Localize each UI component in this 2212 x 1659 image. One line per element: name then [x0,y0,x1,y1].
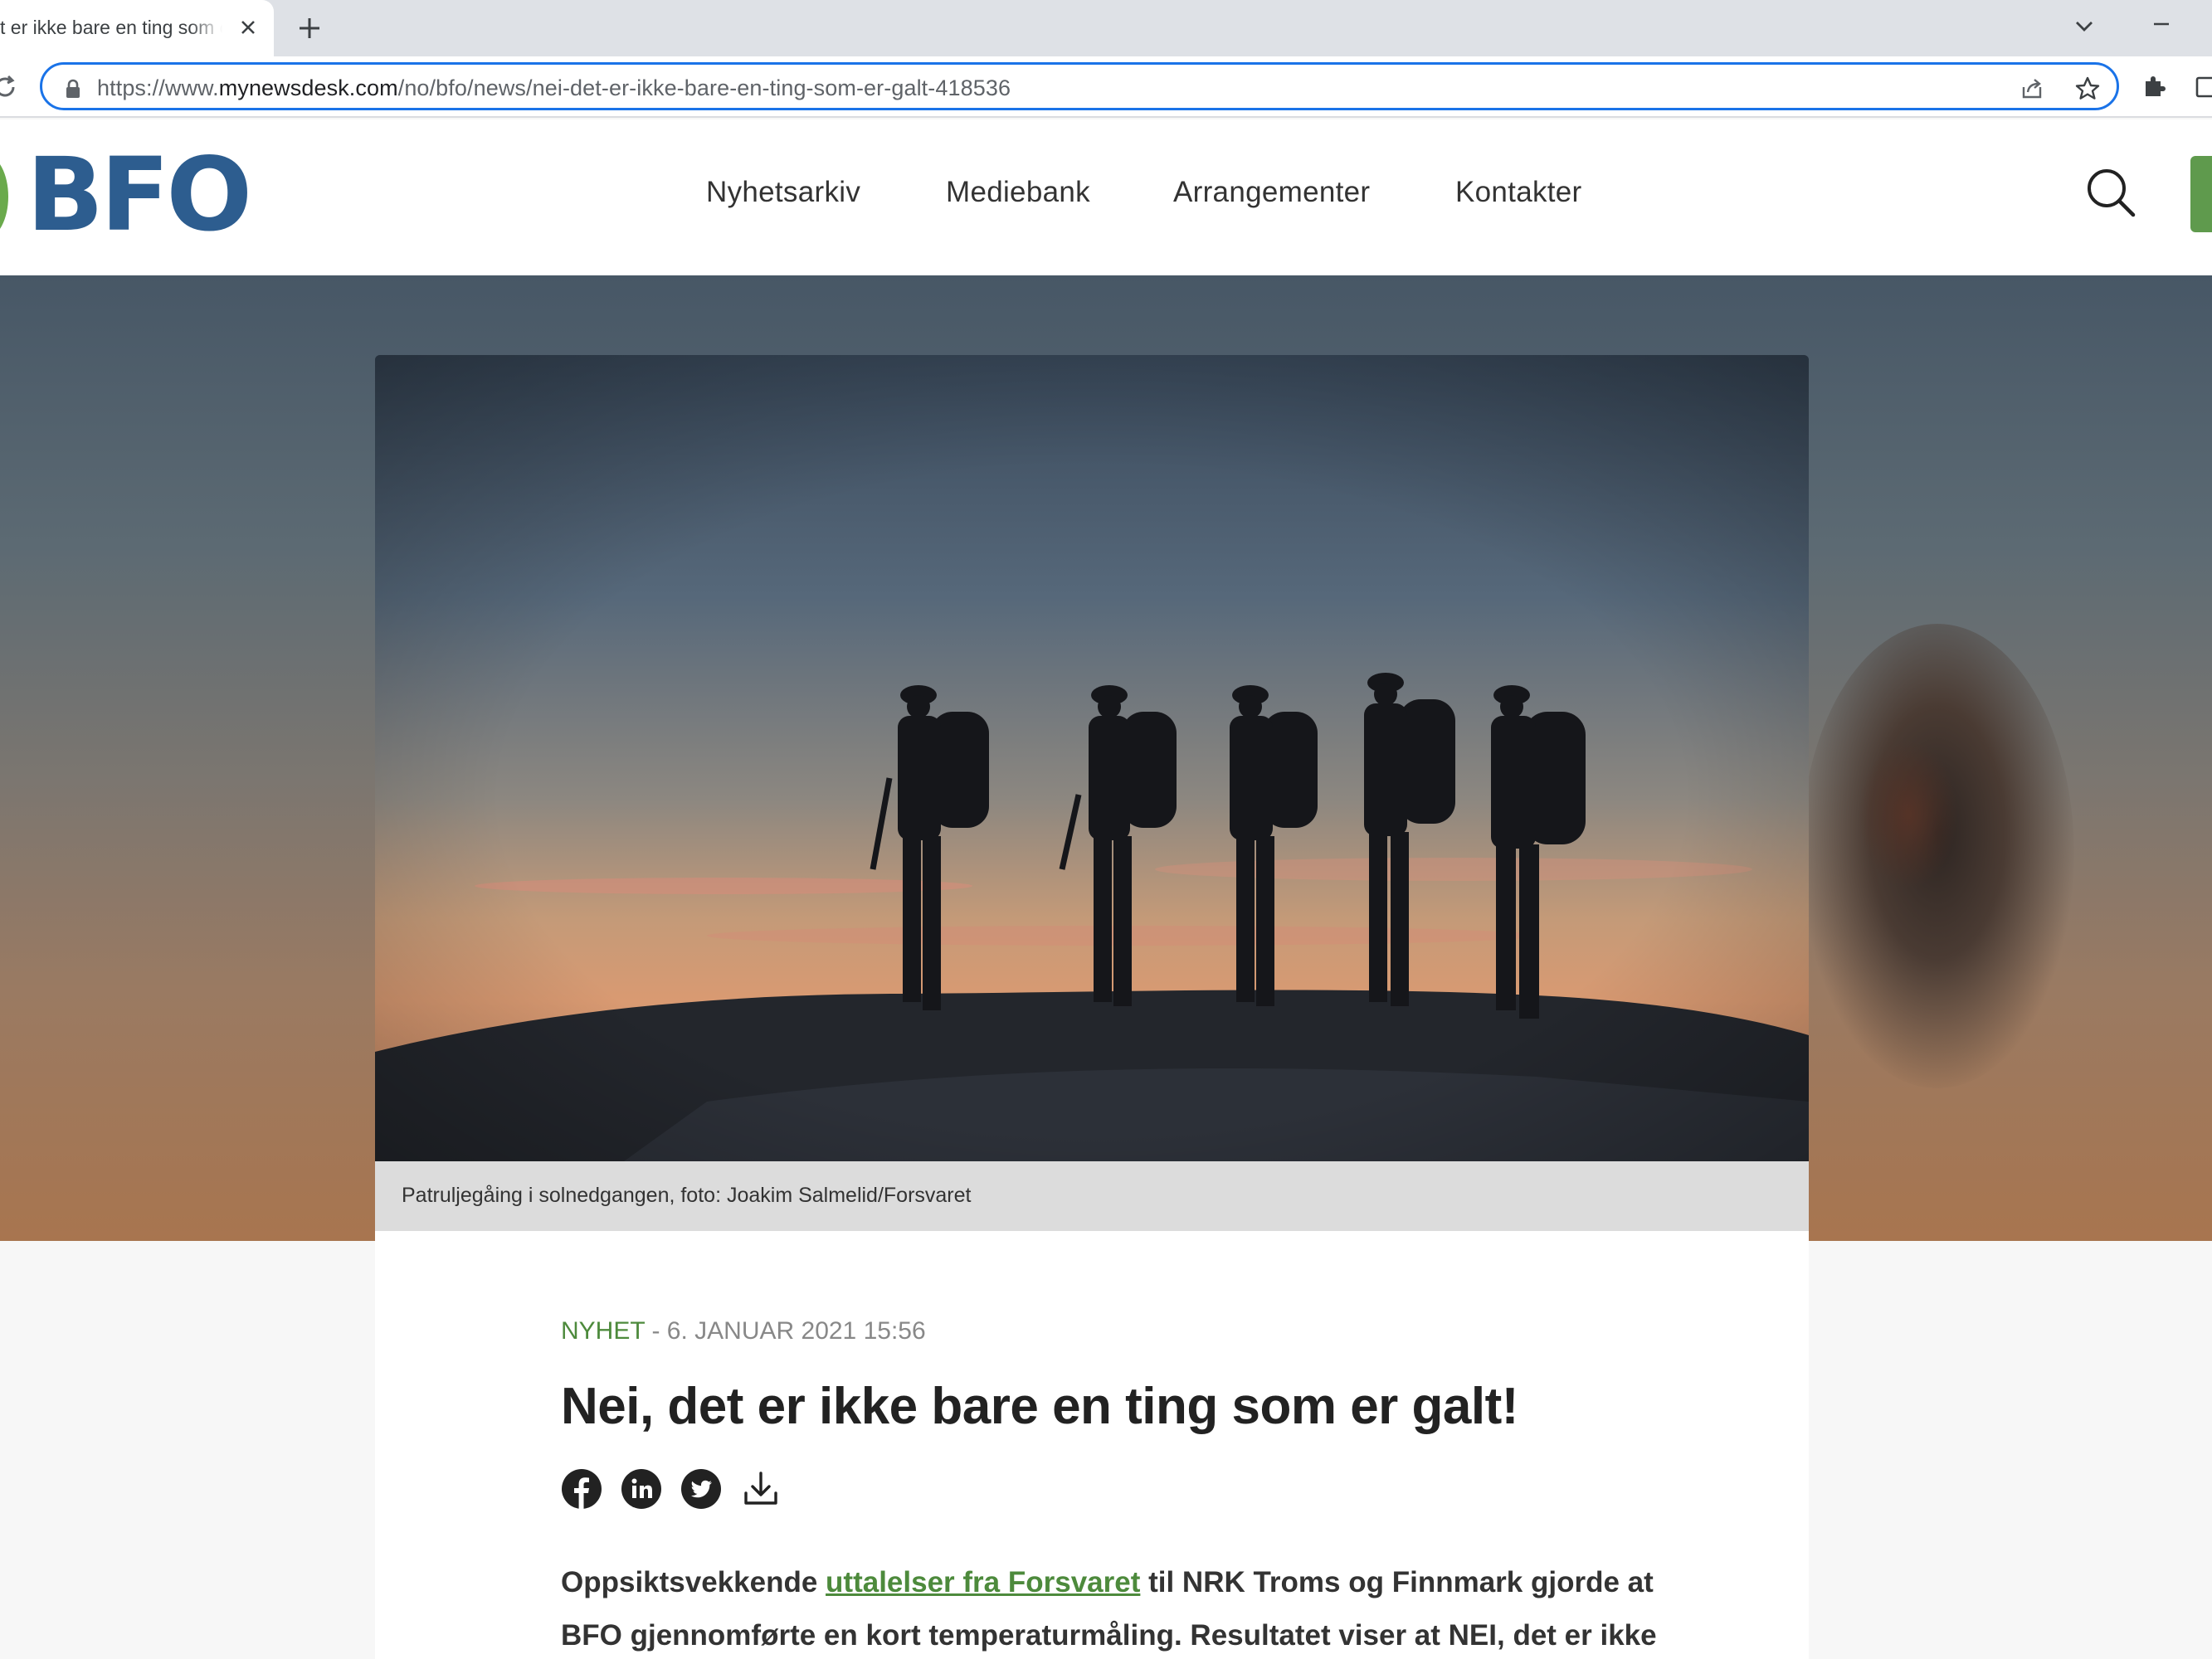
tab-title-fade [189,0,222,56]
extensions-puzzle-icon[interactable] [2141,71,2169,100]
browser-tab-active[interactable]: t er ikke bare en ting som er galt! [0,0,274,56]
url-domain: mynewsdesk.com [218,75,398,100]
lock-icon[interactable] [64,79,82,99]
nav-nyhetsarkiv[interactable]: Nyhetsarkiv [706,176,860,209]
nav-mediebank[interactable]: Mediebank [946,176,1090,209]
article-meta: NYHET - 6. JANUAR 2021 15:56 [561,1317,926,1345]
browser-toolbar: https://www.mynewsdesk.com/no/bfo/news/n… [0,56,2212,118]
header-action-button[interactable] [2190,156,2212,232]
new-tab-plus-icon[interactable] [295,14,324,42]
share-page-icon[interactable] [2019,75,2045,102]
article-category[interactable]: NYHET [561,1317,645,1345]
hero-blurred-shape-inner [1859,740,1958,889]
intro-text-start: Oppsiktsvekkende [561,1566,826,1598]
side-panel-icon[interactable] [2194,73,2212,101]
nav-kontakter[interactable]: Kontakter [1455,176,1582,209]
article-intro: Oppsiktsvekkende uttalelser fra Forsvare… [561,1556,1689,1659]
reload-icon[interactable] [0,72,20,102]
article-date: - 6. JANUAR 2021 15:56 [645,1317,926,1345]
search-icon[interactable] [2084,166,2137,219]
download-icon[interactable] [740,1468,782,1510]
bfo-logo-ring[interactable] [0,155,8,238]
minimize-icon[interactable] [2149,12,2174,36]
bfo-logo[interactable]: BFO [27,144,252,246]
site-header: BFO Nyhetsarkiv Mediebank Arrangementer … [0,119,2212,275]
close-icon[interactable] [236,15,261,40]
url-path: /no/bfo/news/nei-det-er-ikke-bare-en-tin… [397,75,1011,100]
photo-caption-bar: Patruljegåing i solnedgangen, foto: Joak… [375,1161,1809,1231]
twitter-icon[interactable] [680,1468,722,1510]
chevron-down-icon[interactable] [2071,13,2098,40]
url-prefix: https://www. [97,75,219,100]
article-title: Nei, det er ikke bare en ting som er gal… [561,1378,1518,1435]
linkedin-icon[interactable] [621,1468,662,1510]
bookmark-star-icon[interactable] [2073,75,2102,103]
hero-photo [375,355,1809,1161]
url-text[interactable]: https://www.mynewsdesk.com/no/bfo/news/n… [97,75,1011,101]
browser-tabstrip: t er ikke bare en ting som er galt! [0,0,2212,56]
nav-arrangementer[interactable]: Arrangementer [1173,176,1370,209]
hero-photo-illustration [375,355,1809,1161]
photo-caption: Patruljegåing i solnedgangen, foto: Joak… [402,1184,972,1207]
forsvaret-statements-link[interactable]: uttalelser fra Forsvaret [826,1566,1140,1598]
address-bar[interactable]: https://www.mynewsdesk.com/no/bfo/news/n… [40,62,2119,110]
facebook-icon[interactable] [561,1468,602,1510]
